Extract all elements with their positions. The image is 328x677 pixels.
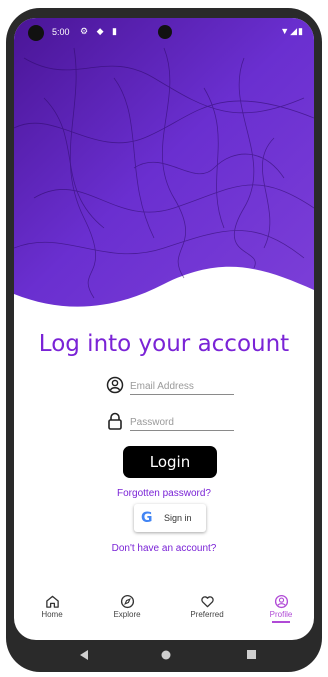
status-time: 5:00	[52, 27, 70, 37]
email-input[interactable]	[130, 378, 234, 395]
nav-item-profile[interactable]: Profile	[251, 592, 311, 632]
nav-item-preferred[interactable]: Preferred	[177, 592, 237, 632]
nav-item-explore[interactable]: Explore	[97, 592, 157, 632]
home-button-icon[interactable]	[161, 650, 171, 660]
google-sign-in-button[interactable]: G Sign in	[134, 504, 206, 532]
password-field	[106, 412, 236, 434]
email-field	[106, 376, 236, 398]
back-icon[interactable]	[80, 650, 88, 660]
google-sign-in-label: Sign in	[164, 513, 192, 523]
heart-icon	[200, 596, 214, 608]
nav-label-home: Home	[41, 610, 63, 619]
bottom-nav: Home Explore Preferred Profile	[14, 592, 314, 632]
app-screen: 5:00 ⚙ ◆ ▮ ▼◢▮ Log into your account Log…	[14, 18, 314, 640]
login-button[interactable]: Login	[123, 446, 217, 478]
google-icon: G	[141, 510, 153, 526]
page-title: Log into your account	[38, 331, 290, 357]
status-icons-left: ⚙ ◆ ▮	[80, 26, 120, 36]
profile-icon	[274, 594, 288, 609]
system-nav-bar	[80, 650, 256, 660]
front-camera-icon	[158, 25, 172, 39]
password-input[interactable]	[130, 414, 234, 431]
compass-icon	[120, 594, 134, 609]
nav-label-explore: Explore	[113, 610, 141, 619]
status-icons-right: ▼◢▮	[280, 26, 304, 36]
recents-icon[interactable]	[247, 650, 256, 659]
user-icon	[106, 376, 124, 394]
status-bar: 5:00 ⚙ ◆ ▮ ▼◢▮	[14, 18, 314, 46]
camera-icon	[28, 25, 44, 41]
signup-link[interactable]: Don't have an account?	[14, 543, 314, 554]
home-icon	[45, 595, 59, 608]
hero-banner	[14, 18, 314, 307]
active-tab-indicator	[272, 621, 290, 623]
forgot-password-link[interactable]: Forgotten password?	[14, 488, 314, 499]
nav-label-preferred: Preferred	[190, 610, 224, 619]
nav-label-profile: Profile	[269, 610, 293, 619]
lock-icon	[108, 412, 122, 430]
nav-item-home[interactable]: Home	[22, 592, 82, 632]
